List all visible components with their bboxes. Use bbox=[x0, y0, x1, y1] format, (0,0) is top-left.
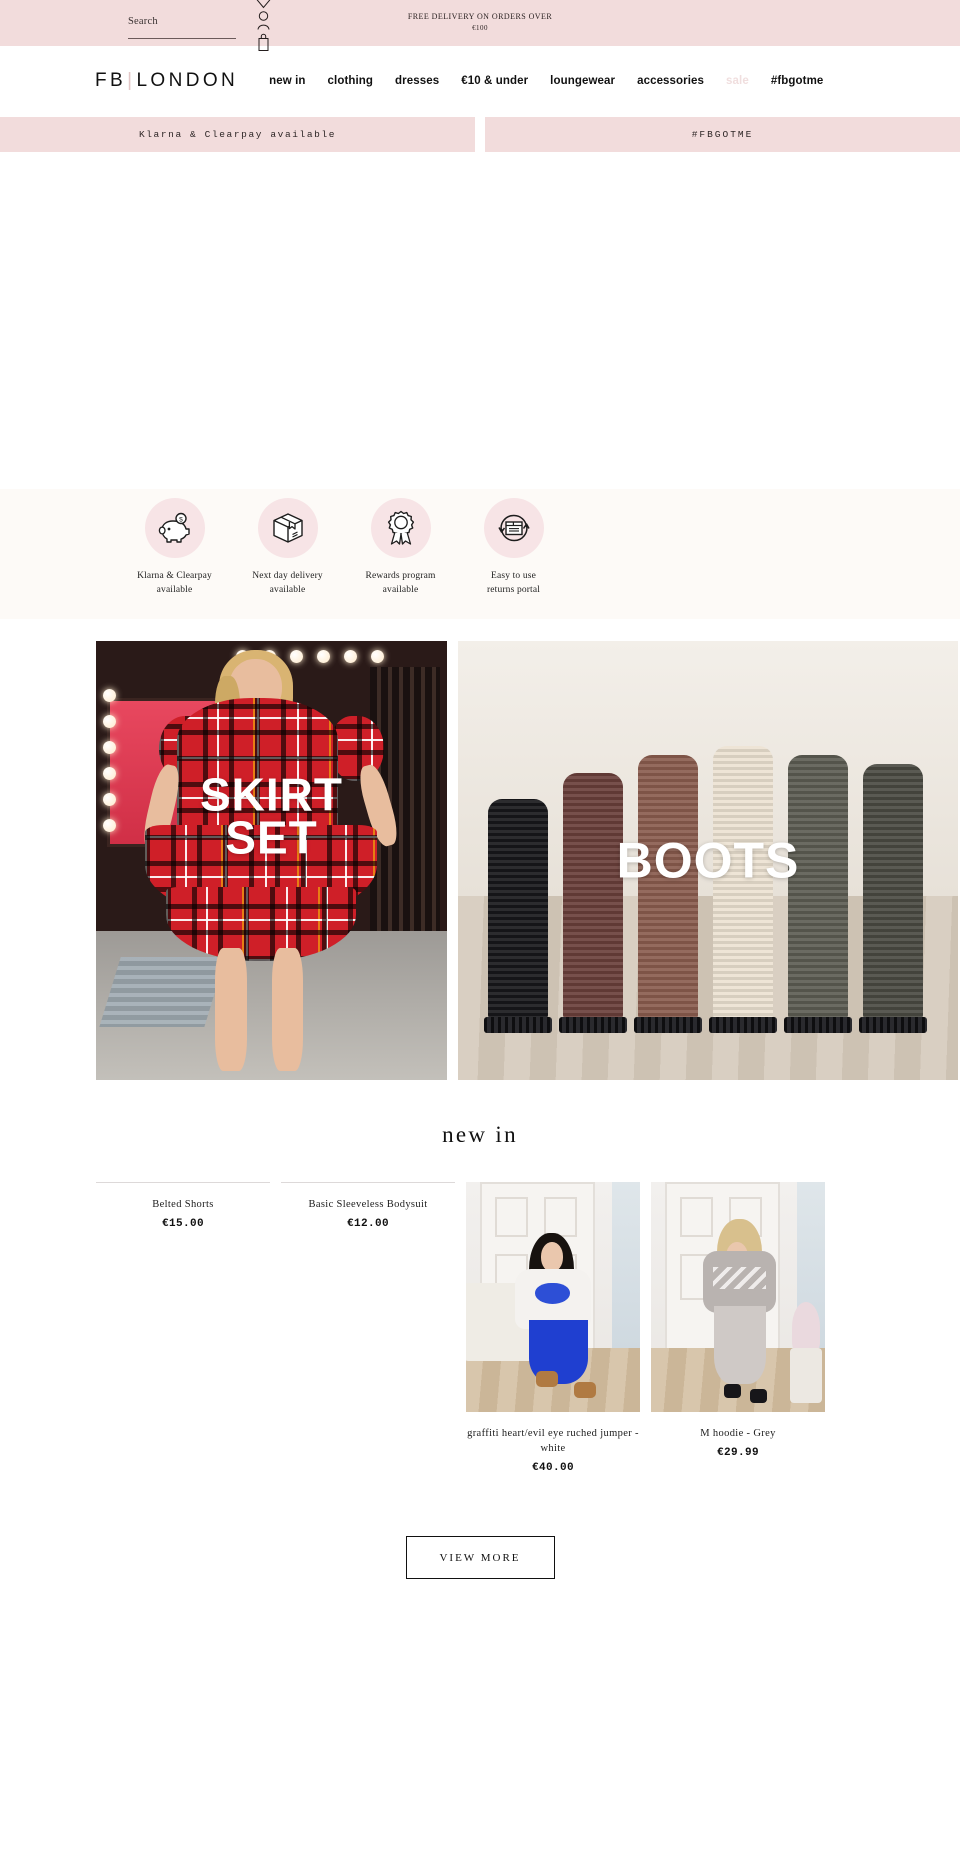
nav-item-sale[interactable]: sale bbox=[715, 75, 760, 87]
announcement-bar-row: Klarna & Clearpay available #FBGOTME bbox=[0, 117, 960, 152]
view-more-button[interactable]: VIEW MORE bbox=[405, 1536, 555, 1580]
heart-icon[interactable] bbox=[255, 0, 272, 9]
trust-badge-label: Rewards program available bbox=[365, 569, 435, 598]
trust-badge-line-2: available bbox=[156, 585, 193, 596]
product-title: Belted Shorts bbox=[152, 1199, 214, 1210]
nav-item-10-and-under[interactable]: €10 & under bbox=[450, 75, 539, 87]
site-logo[interactable]: FB|LONDON bbox=[95, 70, 238, 92]
nav-item-clothing[interactable]: clothing bbox=[317, 75, 385, 87]
collection-banner-boots[interactable]: BOOTS bbox=[458, 641, 958, 1080]
trust-badge-line-2: available bbox=[382, 585, 419, 596]
piggy-bank-icon: $ bbox=[144, 498, 205, 558]
nav-item-fbgotme[interactable]: #fbgotme bbox=[760, 75, 835, 87]
product-card[interactable]: graffiti heart/evil eye ruched jumper - … bbox=[466, 1182, 640, 1474]
collection-banner-skirt-set[interactable]: SKIRT SET bbox=[96, 641, 447, 1080]
product-card[interactable]: Belted Shorts €15.00 bbox=[96, 1182, 270, 1474]
nav-item-new-in[interactable]: new in bbox=[258, 75, 316, 87]
section-title-new-in: new in bbox=[442, 1122, 518, 1147]
returns-box-icon bbox=[483, 498, 544, 558]
nav-item-dresses[interactable]: dresses bbox=[384, 75, 450, 87]
product-price: €40.00 bbox=[531, 1462, 574, 1475]
utility-bar: FREE DELIVERY ON ORDERS OVER €100 bbox=[0, 0, 960, 51]
product-grid: Belted Shorts €15.00 Basic Sleeveless Bo… bbox=[0, 1182, 960, 1474]
product-title: graffiti heart/evil eye ruched jumper - … bbox=[467, 1428, 639, 1455]
trust-badge-returns: Easy to use returns portal bbox=[457, 498, 570, 598]
trust-badge-line-2: returns portal bbox=[486, 585, 540, 596]
free-delivery-notice: FREE DELIVERY ON ORDERS OVER €100 bbox=[0, 11, 960, 34]
trust-badge-line-2: available bbox=[269, 585, 306, 596]
trust-badge-line-1: Klarna & Clearpay bbox=[137, 571, 212, 581]
trust-badge-line-1: Easy to use bbox=[491, 571, 536, 581]
product-card[interactable]: M hoodie - Grey €29.99 bbox=[651, 1182, 825, 1474]
product-title: Basic Sleeveless Bodysuit bbox=[308, 1199, 428, 1210]
nav-link-list: new in clothing dresses €10 & under loun… bbox=[258, 75, 834, 87]
svg-text:$: $ bbox=[179, 516, 183, 523]
view-more-wrapper: VIEW MORE bbox=[0, 1474, 960, 1627]
product-image-placeholder bbox=[96, 1182, 270, 1183]
product-image bbox=[466, 1182, 640, 1412]
trust-badge-delivery: Next day delivery available bbox=[231, 498, 344, 598]
banner-label-line-1: BOOTS bbox=[616, 831, 800, 888]
collection-banner-label: BOOTS bbox=[458, 835, 958, 885]
banner-label-line-2: SET bbox=[225, 811, 318, 864]
product-card[interactable]: Basic Sleeveless Bodysuit €12.00 bbox=[281, 1182, 455, 1474]
shopping-bag-icon[interactable] bbox=[255, 32, 272, 52]
collection-banner-row: SKIRT SET BOOTS bbox=[0, 619, 960, 1080]
trust-badge-label: Easy to use returns portal bbox=[487, 569, 540, 598]
announcement-fbgotme[interactable]: #FBGOTME bbox=[485, 117, 960, 152]
product-image-placeholder bbox=[281, 1182, 455, 1183]
award-ribbon-icon bbox=[370, 498, 431, 558]
product-image bbox=[651, 1182, 825, 1412]
product-price: €15.00 bbox=[161, 1218, 204, 1231]
collection-banner-label: SKIRT SET bbox=[96, 771, 447, 861]
trust-badge-label: Klarna & Clearpay available bbox=[137, 569, 212, 598]
logo-text-left: FB bbox=[95, 70, 127, 91]
product-price: €29.99 bbox=[716, 1447, 759, 1460]
product-price: €12.00 bbox=[346, 1218, 389, 1231]
free-delivery-line-2: €100 bbox=[472, 24, 488, 33]
trust-badge-line-1: Rewards program bbox=[365, 571, 436, 581]
nav-item-loungewear[interactable]: loungewear bbox=[539, 75, 626, 87]
trust-badge-klarna: $ Klarna & Clearpay available bbox=[118, 498, 231, 598]
main-navigation: FB|LONDON new in clothing dresses €10 & … bbox=[0, 46, 960, 116]
trust-badge-line-1: Next day delivery bbox=[252, 571, 323, 581]
hero-banner-area bbox=[0, 152, 960, 489]
nav-item-accessories[interactable]: accessories bbox=[626, 75, 715, 87]
free-delivery-line-1: FREE DELIVERY ON ORDERS OVER bbox=[407, 12, 553, 21]
trust-badge-strip: $ Klarna & Clearpay available Next day d… bbox=[0, 489, 960, 619]
announcement-klarna[interactable]: Klarna & Clearpay available bbox=[0, 117, 475, 152]
parcel-box-icon bbox=[257, 498, 318, 558]
trust-badge-rewards: Rewards program available bbox=[344, 498, 457, 598]
trust-badge-label: Next day delivery available bbox=[252, 569, 323, 598]
logo-text-right: LONDON bbox=[136, 70, 239, 91]
product-title: M hoodie - Grey bbox=[700, 1428, 776, 1439]
logo-divider: | bbox=[127, 70, 136, 91]
